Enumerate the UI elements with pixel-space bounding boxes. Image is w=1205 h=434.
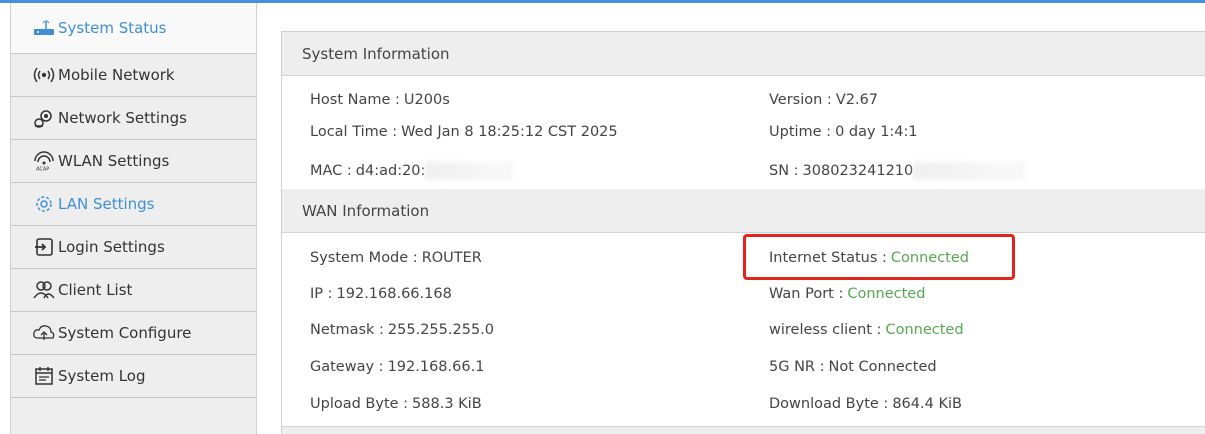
next-section-header xyxy=(282,426,1205,434)
5g-nr-label: 5G NR : xyxy=(769,359,825,375)
sidebar-item-label: Login Settings xyxy=(58,238,165,256)
upload-byte-label: Upload Byte : xyxy=(310,396,409,412)
wireless-client-value: Connected xyxy=(885,322,964,338)
system-mode-value: ROUTER xyxy=(421,250,482,266)
calendar-icon xyxy=(33,366,55,386)
gateway-value: 192.168.66.1 xyxy=(387,359,485,375)
sidebar-item-network-settings[interactable]: Network Settings xyxy=(11,97,256,140)
host-name-value: U200s xyxy=(403,92,450,108)
wan-port-label: Wan Port : xyxy=(769,286,844,302)
local-time-value: Wed Jan 8 18:25:12 CST 2025 xyxy=(401,124,618,140)
signal-icon xyxy=(33,65,55,85)
sidebar-item-label: System Status xyxy=(58,19,167,37)
sidebar-item-label: Network Settings xyxy=(58,109,187,127)
system-mode-field: System Mode : ROUTER xyxy=(310,250,482,266)
mac-field: MAC : d4:ad:20: xyxy=(310,162,514,180)
wlan-icon: ACAP xyxy=(33,151,55,171)
system-mode-label: System Mode : xyxy=(310,250,418,266)
sidebar-item-label: LAN Settings xyxy=(58,195,155,213)
sn-value: 308023241210 xyxy=(802,163,914,179)
sidebar-item-mobile-network[interactable]: Mobile Network xyxy=(11,54,256,97)
login-icon xyxy=(33,237,55,257)
local-time-field: Local Time : Wed Jan 8 18:25:12 CST 2025 xyxy=(310,124,618,140)
version-value: V2.67 xyxy=(835,92,879,108)
router-icon xyxy=(33,18,55,38)
sidebar-item-client-list[interactable]: Client List xyxy=(11,269,256,312)
gateway-label: Gateway : xyxy=(310,359,384,375)
sidebar-item-lan-settings[interactable]: LAN Settings xyxy=(11,183,256,226)
sidebar-item-system-status[interactable]: System Status xyxy=(11,3,256,54)
download-byte-value: 864.4 KiB xyxy=(892,396,962,412)
wireless-client-label: wireless client : xyxy=(769,322,882,338)
system-information-header: System Information xyxy=(282,32,1205,76)
download-byte-label: Download Byte : xyxy=(769,396,889,412)
redacted-sn xyxy=(913,162,1026,180)
host-name-field: Host Name : U200s xyxy=(310,92,450,108)
gateway-field: Gateway :192.168.66.1 xyxy=(310,359,484,375)
upload-byte-field: Upload Byte :588.3 KiB xyxy=(310,396,482,412)
ip-label: IP : xyxy=(310,286,333,302)
uptime-label: Uptime : xyxy=(769,124,832,140)
gear-icon xyxy=(33,194,55,214)
sidebar-item-label: WLAN Settings xyxy=(58,152,170,170)
uptime-value: 0 day 1:4:1 xyxy=(835,124,918,140)
host-name-label: Host Name : xyxy=(310,92,400,108)
sidebar-item-label: System Configure xyxy=(58,324,192,342)
sidebar-item-system-configure[interactable]: System Configure xyxy=(11,312,256,355)
status-panel: System Information Host Name : U200s Vers… xyxy=(281,31,1205,434)
netmask-field: Netmask :255.255.255.0 xyxy=(310,322,494,338)
local-time-label: Local Time : xyxy=(310,124,398,140)
wan-information-header: WAN Information xyxy=(282,189,1205,233)
svg-text:ACAP: ACAP xyxy=(36,167,49,172)
sidebar: System Status Mobile Network Network Set… xyxy=(10,3,257,434)
internet-status-highlight-box xyxy=(743,234,1015,280)
version-field: Version : V2.67 xyxy=(769,92,878,108)
wireless-client-field: wireless client : Connected xyxy=(769,322,964,338)
5g-nr-field: 5G NR : Not Connected xyxy=(769,359,937,375)
sidebar-item-label: System Log xyxy=(58,367,146,385)
version-label: Version : xyxy=(769,92,832,108)
upload-cloud-icon xyxy=(33,323,55,343)
wan-port-value: Connected xyxy=(847,286,926,302)
mac-value: d4:ad:20: xyxy=(355,163,426,179)
sidebar-item-label: Mobile Network xyxy=(58,66,175,84)
netmask-value: 255.255.255.0 xyxy=(387,322,495,338)
sidebar-item-system-log[interactable]: System Log xyxy=(11,355,256,398)
redacted-mac xyxy=(425,162,514,180)
wan-port-field: Wan Port : Connected xyxy=(769,286,925,302)
upload-byte-value: 588.3 KiB xyxy=(412,396,482,412)
netmask-label: Netmask : xyxy=(310,322,384,338)
users-icon xyxy=(33,280,55,300)
mac-label: MAC : xyxy=(310,163,352,179)
5g-nr-value: Not Connected xyxy=(828,359,937,375)
sn-field: SN :308023241210 xyxy=(769,162,1026,180)
sn-label: SN : xyxy=(769,163,799,179)
sidebar-item-wlan-settings[interactable]: ACAP WLAN Settings xyxy=(11,140,256,183)
uptime-field: Uptime :0 day 1:4:1 xyxy=(769,124,918,140)
sidebar-item-login-settings[interactable]: Login Settings xyxy=(11,226,256,269)
network-settings-icon xyxy=(33,108,55,128)
download-byte-field: Download Byte :864.4 KiB xyxy=(769,396,962,412)
sidebar-item-label: Client List xyxy=(58,281,133,299)
ip-field: IP :192.168.66.168 xyxy=(310,286,452,302)
ip-value: 192.168.66.168 xyxy=(336,286,452,302)
